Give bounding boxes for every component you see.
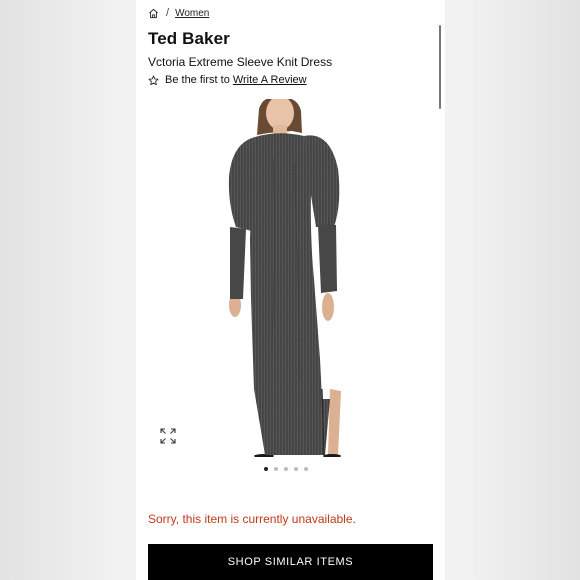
carousel-dot[interactable]	[264, 467, 268, 471]
product-title: Vctoria Extreme Sleeve Knit Dress	[148, 55, 333, 69]
write-review-link[interactable]: Write A Review	[233, 74, 307, 86]
carousel-dot[interactable]	[294, 467, 298, 471]
star-outline-icon	[148, 75, 159, 85]
product-image[interactable]	[218, 99, 358, 457]
breadcrumb: / Women	[148, 7, 209, 19]
product-page: / Women Ted Baker Vctoria Extreme Sleeve…	[136, 0, 445, 580]
review-prompt: Be the first to Write A Review	[148, 74, 307, 86]
expand-icon[interactable]	[160, 428, 176, 444]
carousel-indicator	[264, 467, 308, 471]
shop-similar-button[interactable]: SHOP SIMILAR ITEMS	[148, 544, 433, 580]
carousel-dot[interactable]	[284, 467, 288, 471]
breadcrumb-link-women[interactable]: Women	[175, 8, 209, 19]
carousel-dot[interactable]	[274, 467, 278, 471]
breadcrumb-separator: /	[166, 7, 170, 19]
home-icon[interactable]	[148, 8, 159, 19]
carousel-dot[interactable]	[304, 467, 308, 471]
brand-name[interactable]: Ted Baker	[148, 29, 230, 49]
review-prefix: Be the first to	[165, 74, 230, 86]
scrollbar[interactable]	[439, 25, 441, 109]
unavailable-message: Sorry, this item is currently unavailabl…	[148, 512, 356, 526]
